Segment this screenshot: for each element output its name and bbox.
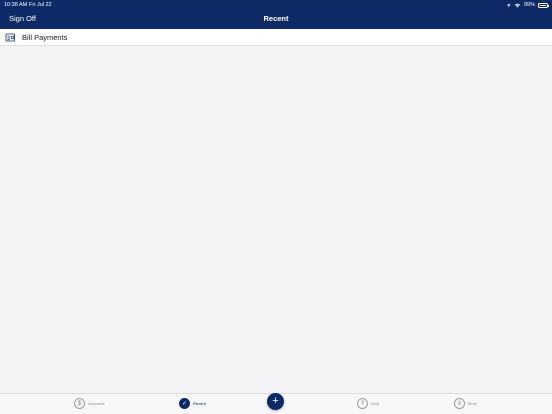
list-item-bill-payments[interactable]: Bill Payments bbox=[0, 29, 552, 46]
tab-label: Accounts bbox=[88, 401, 105, 406]
bill-payments-icon bbox=[5, 33, 15, 42]
menu-icon: ≡ bbox=[454, 398, 465, 409]
tab-label: Help bbox=[371, 401, 380, 406]
question-icon: ? bbox=[357, 398, 368, 409]
tab-recent[interactable]: ✓ Recent bbox=[179, 398, 206, 409]
battery-icon bbox=[538, 2, 549, 8]
status-bar: 10:38 AM Fri Jul 22 99% bbox=[0, 0, 552, 10]
tab-label: More bbox=[468, 401, 478, 406]
status-time: 10:38 AM bbox=[4, 2, 28, 8]
status-date: Fri Jul 22 bbox=[29, 2, 52, 8]
tab-more[interactable]: ≡ More bbox=[454, 398, 477, 409]
tab-label: Recent bbox=[193, 401, 206, 406]
top-bar: 10:38 AM Fri Jul 22 99% Sign Off Recent bbox=[0, 0, 552, 29]
check-icon: ✓ bbox=[179, 398, 190, 409]
navigation-bar: Sign Off Recent bbox=[0, 10, 552, 29]
tab-help[interactable]: ? Help bbox=[357, 398, 379, 409]
tab-accounts[interactable]: $ Accounts bbox=[74, 398, 104, 409]
dollar-icon: $ bbox=[74, 398, 85, 409]
battery-percent: 99% bbox=[523, 2, 535, 8]
list-item-label: Bill Payments bbox=[22, 33, 68, 42]
wifi-icon bbox=[514, 3, 521, 7]
location-icon bbox=[506, 3, 511, 7]
status-right: 99% bbox=[506, 0, 549, 10]
page-title: Recent bbox=[263, 14, 289, 23]
add-button[interactable]: + bbox=[267, 393, 284, 410]
